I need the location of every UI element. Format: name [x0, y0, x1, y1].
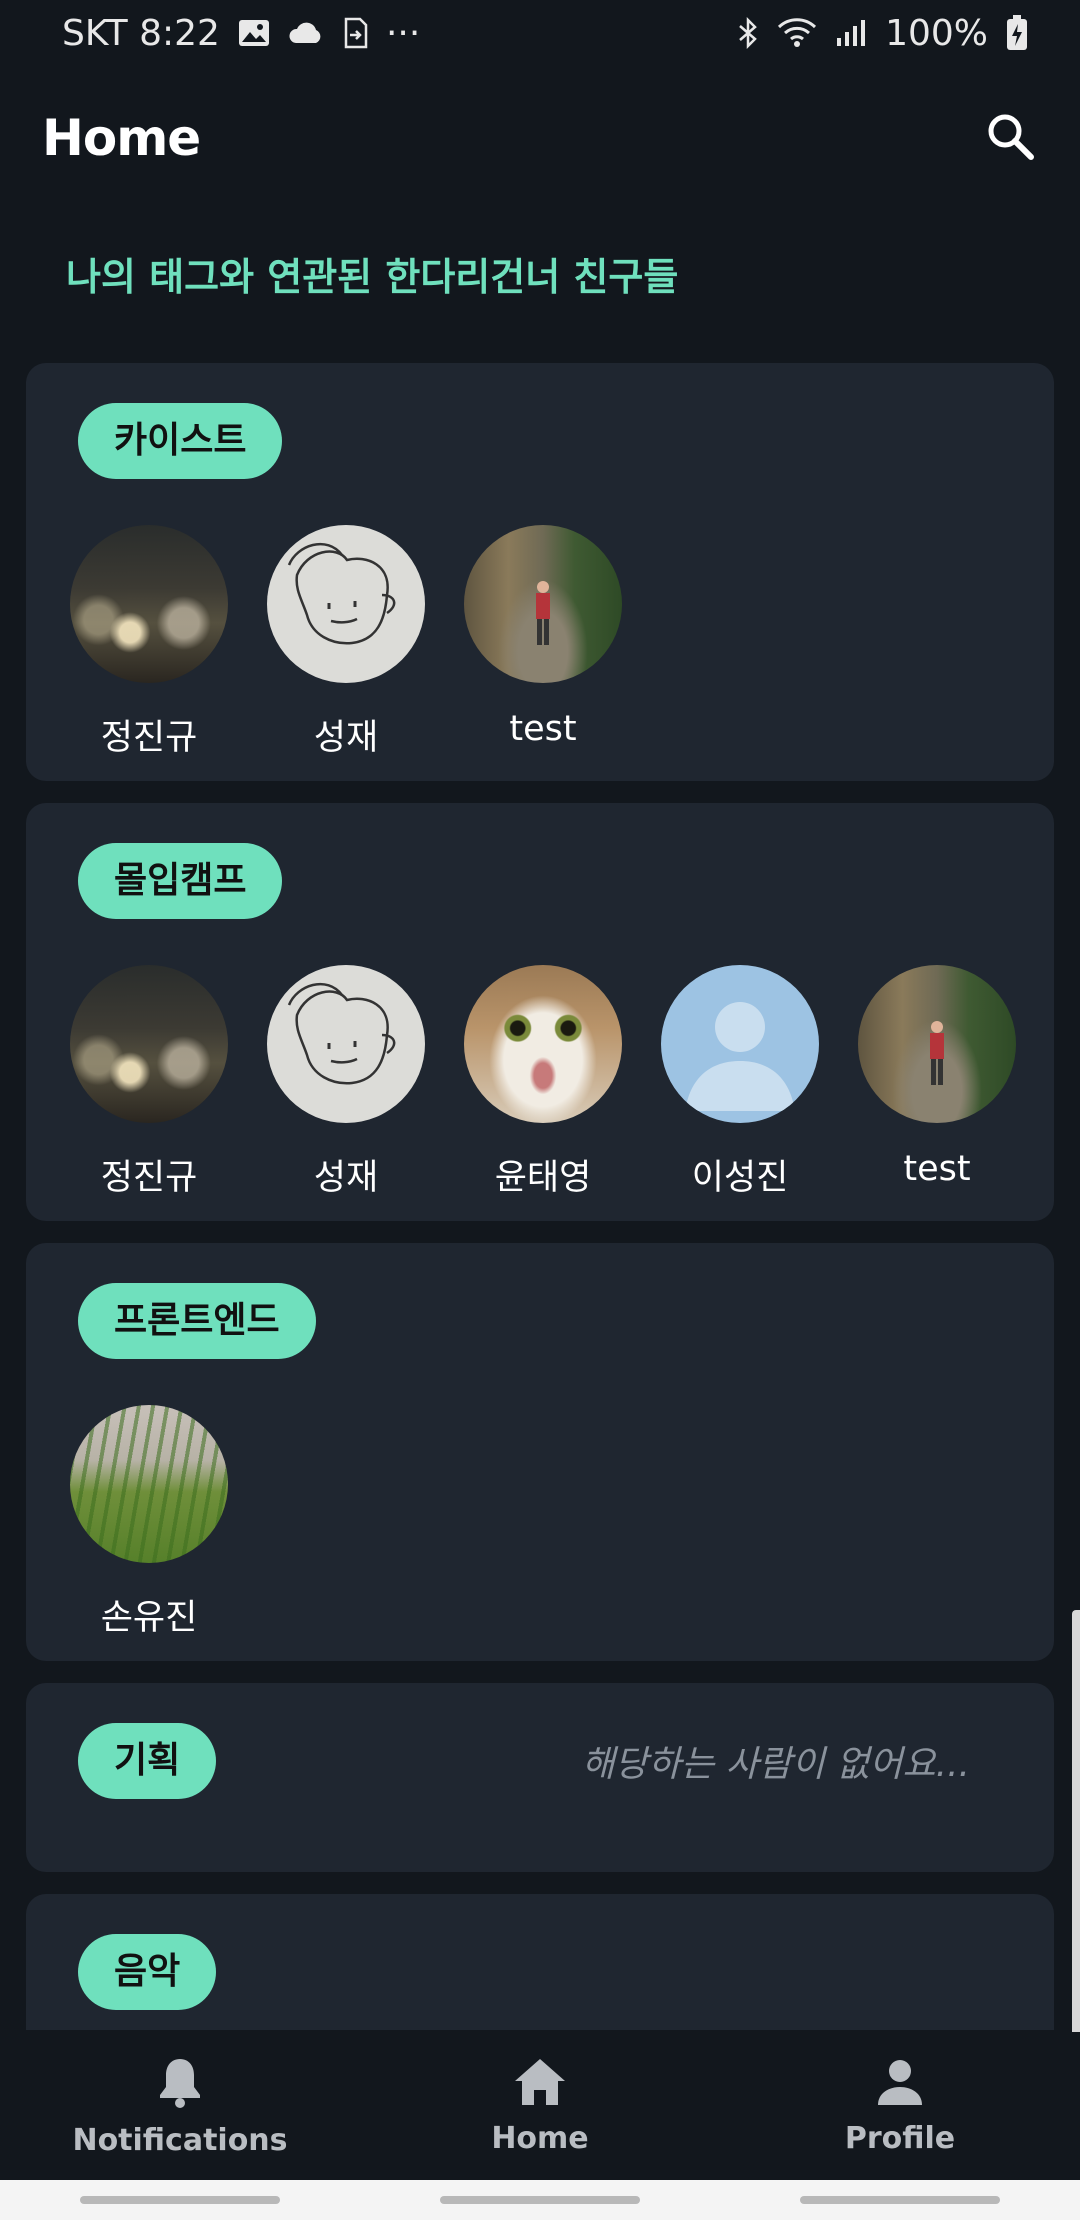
search-button[interactable]: [978, 106, 1042, 170]
avatar: [70, 525, 228, 683]
friend-name: test: [509, 709, 577, 749]
friend-name: 성재: [313, 1158, 379, 1198]
friend-name: 정진규: [100, 1158, 198, 1198]
tag-card: 몰입캠프 정진규 성재 윤태영 이성진 test: [26, 803, 1054, 1221]
friend-item[interactable]: 정진규: [70, 525, 228, 760]
avatar: [70, 965, 228, 1123]
tag-card-list[interactable]: 카이스트 정진규 성재 test 몰입캠프 정진규 성재 윤태영 이성진 tes…: [26, 363, 1054, 2030]
scrollbar[interactable]: [1072, 1610, 1080, 2040]
battery-charging-icon: [1006, 15, 1028, 51]
tag-card: 프론트엔드 손유진: [26, 1243, 1054, 1661]
tag-chip[interactable]: 몰입캠프: [78, 843, 283, 919]
tag-chip[interactable]: 카이스트: [78, 403, 283, 479]
friend-list: 정진규 성재 윤태영 이성진 test: [26, 919, 1054, 1200]
sim-icon: [342, 17, 368, 49]
avatar: [70, 1405, 228, 1563]
home-handle[interactable]: [440, 2196, 640, 2204]
nav-notifications[interactable]: Notifications: [30, 2055, 330, 2158]
tag-card: 음악: [26, 1894, 1054, 2030]
recent-apps-handle[interactable]: [80, 2196, 280, 2204]
friend-name: test: [903, 1149, 971, 1189]
friend-item[interactable]: 손유진: [70, 1405, 228, 1640]
home-screen: SKT 8:22 ··· 100% Home 나의 태그와 연관된 한다리건너 …: [0, 0, 1080, 2220]
back-handle[interactable]: [800, 2196, 1000, 2204]
avatar: [464, 525, 622, 683]
friend-item[interactable]: 성재: [267, 525, 425, 760]
friend-item[interactable]: 정진규: [70, 965, 228, 1200]
tag-chip[interactable]: 기획: [78, 1723, 217, 1799]
friend-item[interactable]: 성재: [267, 965, 425, 1200]
friend-item[interactable]: test: [858, 965, 1016, 1200]
avatar: [858, 965, 1016, 1123]
avatar: [464, 965, 622, 1123]
nav-home[interactable]: Home: [390, 2057, 690, 2156]
nav-profile[interactable]: Profile: [750, 2057, 1050, 2156]
search-icon: [985, 111, 1035, 165]
friend-name: 성재: [313, 718, 379, 758]
tag-card: 카이스트 정진규 성재 test: [26, 363, 1054, 781]
tag-chip[interactable]: 프론트엔드: [78, 1283, 316, 1359]
image-icon: [238, 19, 270, 47]
avatar: [267, 965, 425, 1123]
section-heading: 나의 태그와 연관된 한다리건너 친구들: [66, 255, 679, 299]
battery-percent: 100%: [885, 12, 988, 54]
avatar: [267, 525, 425, 683]
friend-item[interactable]: 이성진: [661, 965, 819, 1200]
bluetooth-icon: [737, 17, 759, 49]
more-notifications: ···: [385, 12, 421, 54]
empty-message: 해당하는 사람이 없어요...: [581, 1744, 970, 1785]
bottom-navigation: Notifications Home Profile: [0, 2032, 1080, 2180]
system-navigation-bar: [0, 2180, 1080, 2220]
nav-label: Home: [491, 2120, 589, 2156]
cloud-icon: [288, 21, 324, 45]
status-bar: SKT 8:22 ··· 100%: [0, 0, 1080, 66]
bell-icon: [155, 2055, 205, 2113]
friend-name: 윤태영: [494, 1158, 592, 1198]
friend-item[interactable]: test: [464, 525, 622, 760]
tag-card: 기획 해당하는 사람이 없어요...: [26, 1683, 1054, 1872]
friend-name: 손유진: [100, 1598, 198, 1638]
friend-list: 정진규 성재 test: [26, 479, 1054, 760]
page-title: Home: [42, 109, 201, 167]
nav-label: Notifications: [72, 2122, 288, 2158]
person-icon: [875, 2057, 925, 2111]
friend-list: 손유진: [26, 1359, 1054, 1640]
nav-label: Profile: [844, 2120, 956, 2156]
wifi-icon: [777, 17, 817, 49]
home-icon: [513, 2057, 567, 2111]
tag-chip[interactable]: 음악: [78, 1934, 217, 2010]
signal-icon: [835, 18, 867, 48]
default-avatar-icon: [661, 965, 819, 1123]
app-bar: Home: [0, 90, 1080, 186]
friend-item[interactable]: 윤태영: [464, 965, 622, 1200]
friend-name: 정진규: [100, 718, 198, 758]
friend-name: 이성진: [691, 1158, 789, 1198]
carrier-time: SKT 8:22: [62, 12, 220, 54]
